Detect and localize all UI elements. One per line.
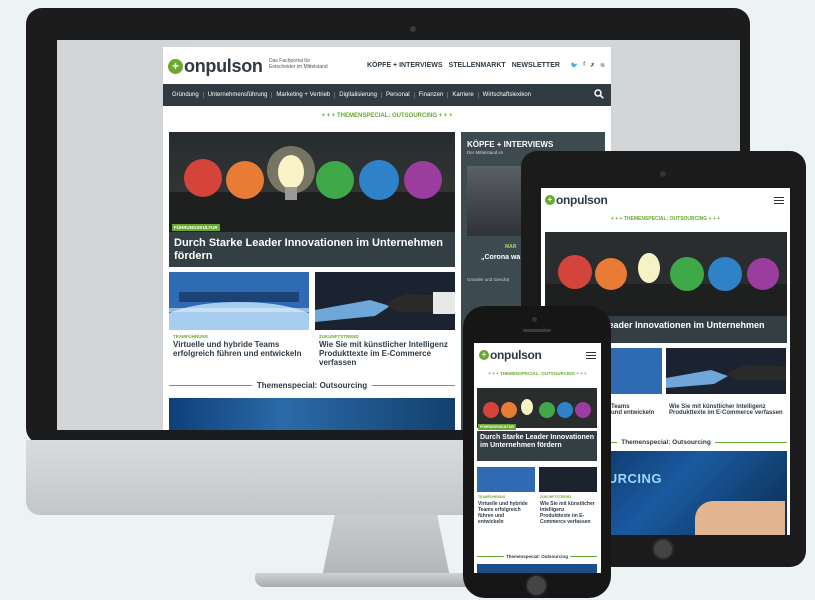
phone-home-button[interactable] bbox=[525, 574, 548, 597]
site-header: + onpulson Das Fachportal für Entscheide… bbox=[163, 47, 611, 84]
hamburger-menu-icon[interactable] bbox=[586, 352, 596, 359]
phone-logo[interactable]: + onpulson bbox=[479, 348, 542, 362]
section-heading-text[interactable]: Themenspecial: Outsourcing bbox=[257, 381, 367, 390]
crumpled-paper-balls-illustration bbox=[545, 253, 787, 316]
nav-wirtschaftslexikon[interactable]: Wirtschaftslexikon bbox=[479, 92, 535, 98]
article-card-ki[interactable]: ZUKUNFTSTREND Wie Sie mit künstlicher In… bbox=[315, 272, 455, 372]
nav-finanzen[interactable]: Finanzen bbox=[415, 92, 449, 98]
top-nav-stellenmarkt[interactable]: STELLENMARKT bbox=[449, 62, 506, 69]
tablet-card-image-handshake[interactable] bbox=[666, 348, 786, 394]
phone-category-badge: FÜHRUNGSKULTUR bbox=[478, 424, 516, 430]
feature-article[interactable]: FÜHRUNGSKULTUR Durch Starke Leader Innov… bbox=[169, 132, 455, 267]
top-nav: KÖPFE + INTERVIEWS STELLENMARKT NEWSLETT… bbox=[367, 62, 560, 69]
phone-card-image-teams[interactable] bbox=[477, 467, 535, 492]
phone-screen: + onpulson + + + THEMENSPECIAL: OUTSOURC… bbox=[474, 343, 601, 573]
card-image-business-people bbox=[169, 272, 309, 330]
feature-caption: Durch Starke Leader Innovationen im Unte… bbox=[169, 232, 455, 267]
sidebar-footer-text: Gründer und Geschä bbox=[467, 277, 510, 282]
search-icon[interactable] bbox=[594, 89, 604, 99]
feature-category-badge: FÜHRUNGSKULTUR bbox=[172, 224, 220, 231]
divider-line-left bbox=[477, 556, 504, 557]
logo-text: onpulson bbox=[490, 348, 542, 362]
divider-line-right bbox=[372, 384, 455, 387]
themenspecial-banner[interactable]: + + + THEMENSPECIAL: OUTSOURCING + + + bbox=[474, 371, 601, 376]
tablet-feature-image[interactable] bbox=[545, 232, 787, 316]
phone-card-category-left: TEAMFÜHRUNG bbox=[478, 495, 506, 499]
monitor-stand bbox=[322, 515, 450, 577]
sidebar-heading: KÖPFE + INTERVIEWS bbox=[467, 140, 554, 149]
nav-karriere[interactable]: Karriere bbox=[448, 92, 479, 98]
divider-line-left bbox=[169, 384, 252, 387]
phone-card-title-left[interactable]: Virtuelle und hybride Teams erfolgreich … bbox=[478, 501, 530, 525]
interviewee-name: MAR bbox=[505, 244, 517, 250]
phone-outsourcing-image[interactable] bbox=[477, 564, 597, 573]
phone-feature-caption: Durch Starke Leader Innovationen im Unte… bbox=[477, 431, 597, 461]
main-nav: Gründung Unternehmensführung Marketing +… bbox=[163, 84, 611, 106]
sidebar-subheading: Der Mittelstand im bbox=[467, 150, 504, 155]
logo-text: onpulson bbox=[184, 56, 263, 76]
tablet-card-title-right[interactable]: Wie Sie mit künstlicher Intelligenz Prod… bbox=[669, 404, 784, 416]
xing-icon[interactable]: ✗ bbox=[590, 62, 595, 69]
tablet-home-button[interactable] bbox=[652, 538, 674, 560]
article-card-teams[interactable]: TEAMFÜHRUNG Virtuelle und hybride Teams … bbox=[169, 272, 309, 372]
nav-gruendung[interactable]: Gründung bbox=[168, 92, 204, 98]
logo-text: onpulson bbox=[556, 193, 608, 207]
monitor-camera bbox=[410, 26, 416, 32]
card-category: ZUKUNFTSTREND bbox=[319, 334, 359, 339]
pointing-hand bbox=[695, 501, 785, 535]
facebook-icon[interactable]: f bbox=[583, 62, 585, 69]
card-image-handshake bbox=[315, 272, 455, 330]
logo-plus-icon: + bbox=[545, 195, 555, 205]
nav-unternehmensfuehrung[interactable]: Unternehmensführung bbox=[204, 92, 273, 98]
phone-camera bbox=[532, 317, 537, 322]
hamburger-menu-icon[interactable] bbox=[774, 197, 784, 204]
tablet-feature-title[interactable]: Leader Innovationen im Unternehmen bbox=[603, 320, 765, 330]
section-heading-text[interactable]: Themenspecial: Outsourcing bbox=[506, 554, 568, 559]
phone-section-heading: Themenspecial: Outsourcing bbox=[477, 554, 598, 559]
section-heading-outsourcing: Themenspecial: Outsourcing bbox=[169, 381, 455, 390]
nav-personal[interactable]: Personal bbox=[382, 92, 415, 98]
section-heading-text[interactable]: Themenspecial: Outsourcing bbox=[621, 439, 711, 446]
outsourcing-teaser-image[interactable] bbox=[169, 398, 455, 430]
phone-speaker bbox=[523, 329, 551, 332]
phone-device: + onpulson + + + THEMENSPECIAL: OUTSOURC… bbox=[463, 306, 611, 598]
divider-line-right bbox=[714, 441, 788, 444]
tablet-card-title-left[interactable]: Teams und entwickeln bbox=[611, 404, 661, 416]
business-people-globe-illustration bbox=[169, 272, 309, 330]
themenspecial-banner[interactable]: + + + THEMENSPECIAL: OUTSOURCING + + + bbox=[163, 106, 611, 124]
site-tagline: Das Fachportal für Entscheider im Mittel… bbox=[269, 58, 359, 70]
top-nav-newsletter[interactable]: NEWSLETTER bbox=[512, 62, 560, 69]
card-category: TEAMFÜHRUNG bbox=[173, 334, 209, 339]
twitter-icon[interactable]: 🐦 bbox=[571, 62, 578, 69]
phone-card-category-right: ZUKUNFTSTREND bbox=[540, 495, 571, 499]
handshake-illustration bbox=[666, 365, 786, 388]
robot-human-handshake-illustration bbox=[315, 272, 455, 330]
themenspecial-banner[interactable]: + + + THEMENSPECIAL: OUTSOURCING + + + bbox=[541, 216, 790, 222]
site-logo[interactable]: + onpulson bbox=[168, 56, 263, 77]
tagline-line-2: Entscheider im Mittelstand bbox=[269, 64, 328, 70]
phone-feature-title[interactable]: Durch Starke Leader Innovationen im Unte… bbox=[480, 434, 594, 450]
phone-feature-image[interactable] bbox=[477, 388, 597, 428]
feature-title[interactable]: Durch Starke Leader Innovationen im Unte… bbox=[174, 237, 444, 263]
top-nav-koepfe[interactable]: KÖPFE + INTERVIEWS bbox=[367, 62, 443, 69]
crumpled-paper-balls-illustration bbox=[169, 146, 455, 232]
tablet-logo[interactable]: + onpulson bbox=[545, 193, 608, 207]
rss-icon[interactable]: ≋ bbox=[600, 62, 605, 69]
tablet-camera bbox=[660, 171, 666, 177]
phone-card-title-right[interactable]: Wie Sie mit künstlicher Intelligenz Prod… bbox=[540, 501, 596, 525]
logo-plus-icon: + bbox=[168, 59, 183, 74]
nav-marketing[interactable]: Marketing + Vertrieb bbox=[272, 92, 336, 98]
social-links: 🐦 f ✗ ≋ bbox=[571, 62, 605, 69]
phone-card-image-handshake[interactable] bbox=[539, 467, 597, 492]
logo-plus-icon: + bbox=[479, 350, 489, 360]
card-title[interactable]: Virtuelle und hybride Teams erfolgreich … bbox=[173, 340, 305, 358]
feature-image-crumpled-paper bbox=[169, 132, 455, 232]
nav-digitalisierung[interactable]: Digitalisierung bbox=[335, 92, 382, 98]
divider-line-right bbox=[570, 556, 598, 557]
crumpled-paper-balls-illustration bbox=[483, 399, 591, 418]
card-title[interactable]: Wie Sie mit künstlicher Intelligenz Prod… bbox=[319, 340, 451, 367]
